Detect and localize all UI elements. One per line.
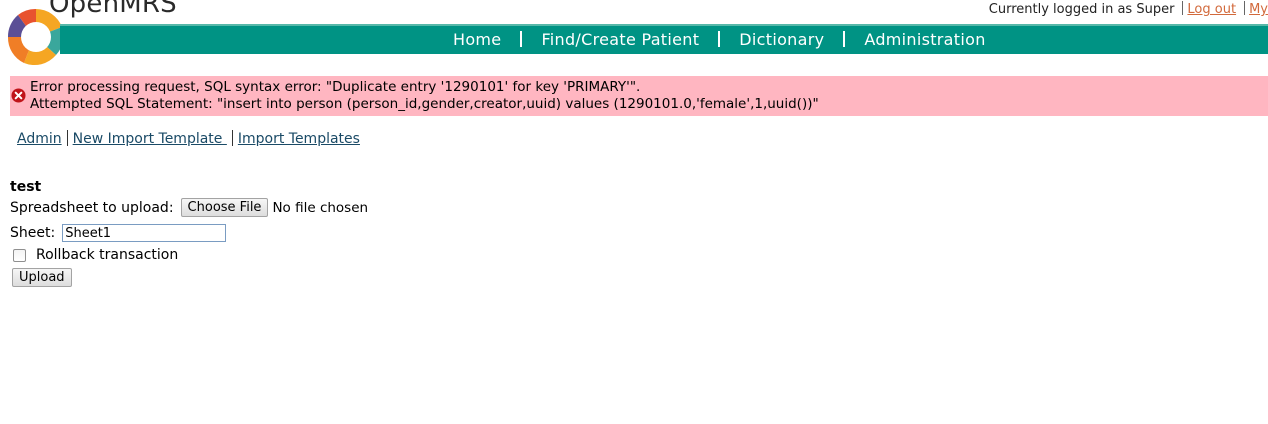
main-navbar: Home Find/Create Patient Dictionary Admi… bbox=[60, 24, 1268, 54]
nav-divider bbox=[718, 31, 721, 47]
nav-home[interactable]: Home bbox=[453, 30, 501, 49]
error-banner: Error processing request, SQL syntax err… bbox=[10, 76, 1268, 116]
nav-dictionary[interactable]: Dictionary bbox=[739, 30, 824, 49]
error-message: Error processing request, SQL syntax err… bbox=[30, 79, 641, 95]
nav-divider bbox=[520, 31, 523, 47]
spreadsheet-label: Spreadsheet to upload: bbox=[10, 199, 174, 216]
rollback-row: Rollback transaction bbox=[13, 247, 178, 263]
sheet-label: Sheet: bbox=[10, 225, 56, 241]
spreadsheet-row: Spreadsheet to upload: Choose File No fi… bbox=[10, 198, 368, 217]
error-sql-statement: Attempted SQL Statement: "insert into pe… bbox=[30, 96, 819, 112]
nav-find-create-patient[interactable]: Find/Create Patient bbox=[541, 30, 699, 49]
user-bar: Currently logged in as Super Log out My bbox=[989, 1, 1268, 17]
brand-name: OpenMRS bbox=[49, 0, 177, 19]
new-import-template-link[interactable]: New Import Template bbox=[73, 131, 227, 147]
choose-file-button[interactable]: Choose File bbox=[180, 198, 269, 217]
admin-link[interactable]: Admin bbox=[17, 131, 62, 147]
logged-in-text: Currently logged in as Super bbox=[988, 2, 1175, 17]
error-x-icon bbox=[11, 88, 26, 103]
sheet-row: Sheet: bbox=[10, 224, 227, 242]
upload-button[interactable]: Upload bbox=[12, 268, 72, 287]
logout-link[interactable]: Log out bbox=[1187, 2, 1236, 17]
import-templates-link[interactable]: Import Templates bbox=[238, 131, 360, 147]
nav-divider bbox=[843, 31, 846, 47]
rollback-checkbox[interactable] bbox=[13, 248, 26, 262]
rollback-label: Rollback transaction bbox=[36, 247, 179, 263]
module-links: Admin New Import Template Import Template… bbox=[17, 130, 360, 147]
sheet-input[interactable] bbox=[62, 224, 227, 242]
no-file-chosen-text: No file chosen bbox=[272, 199, 369, 216]
divider bbox=[66, 130, 68, 146]
my-profile-link[interactable]: My bbox=[1249, 2, 1268, 17]
nav-administration[interactable]: Administration bbox=[864, 30, 985, 49]
divider bbox=[1182, 1, 1184, 15]
divider bbox=[231, 130, 233, 146]
divider bbox=[1244, 1, 1246, 15]
template-title: test bbox=[10, 179, 42, 195]
